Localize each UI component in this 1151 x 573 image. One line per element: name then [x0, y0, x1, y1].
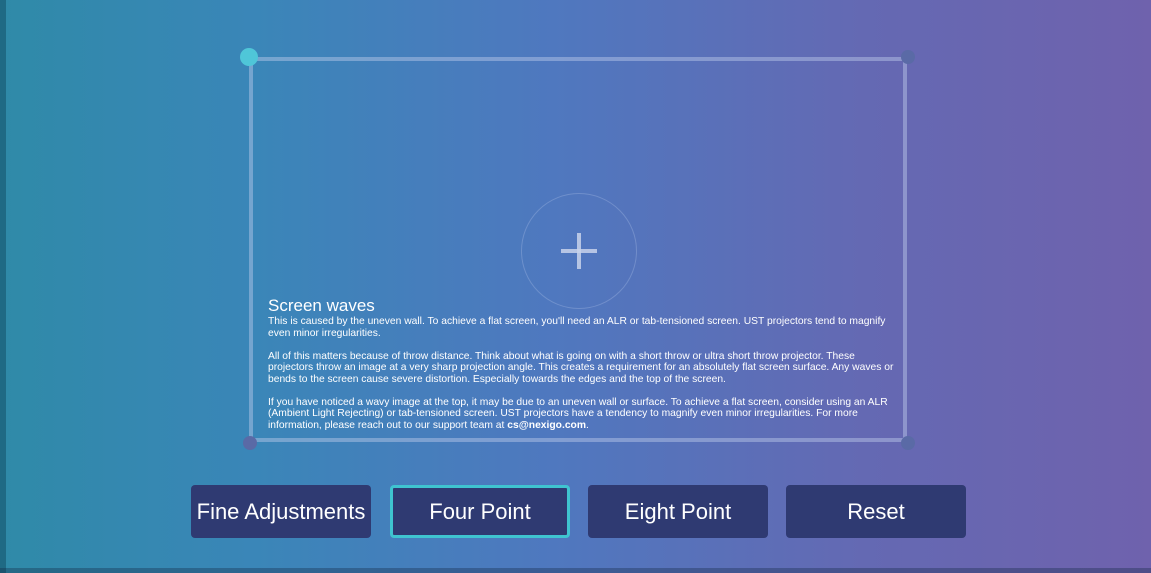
corner-handle-top-right[interactable] [901, 50, 915, 64]
corner-handle-top-left[interactable] [240, 48, 258, 66]
corner-handle-bottom-left[interactable] [243, 436, 257, 450]
reset-button[interactable]: Reset [786, 485, 966, 538]
eight-point-button[interactable]: Eight Point [588, 485, 768, 538]
four-point-button[interactable]: Four Point [390, 485, 570, 538]
info-period: . [586, 419, 589, 431]
info-paragraph-3: If you have noticed a wavy image at the … [268, 397, 894, 432]
fine-adjustments-button[interactable]: Fine Adjustments [191, 485, 371, 538]
info-title: Screen waves [268, 296, 375, 315]
support-email: cs@nexigo.com [507, 419, 586, 431]
plus-icon-vertical [577, 233, 581, 269]
screen-edge-bottom [0, 568, 1151, 573]
info-panel: Screen waves This is caused by the uneve… [268, 297, 894, 431]
info-paragraph-1: This is caused by the uneven wall. To ac… [268, 316, 886, 339]
corner-handle-bottom-right[interactable] [901, 436, 915, 450]
screen-edge-left [0, 0, 6, 573]
info-paragraph-2: All of this matters because of throw dis… [268, 350, 894, 385]
